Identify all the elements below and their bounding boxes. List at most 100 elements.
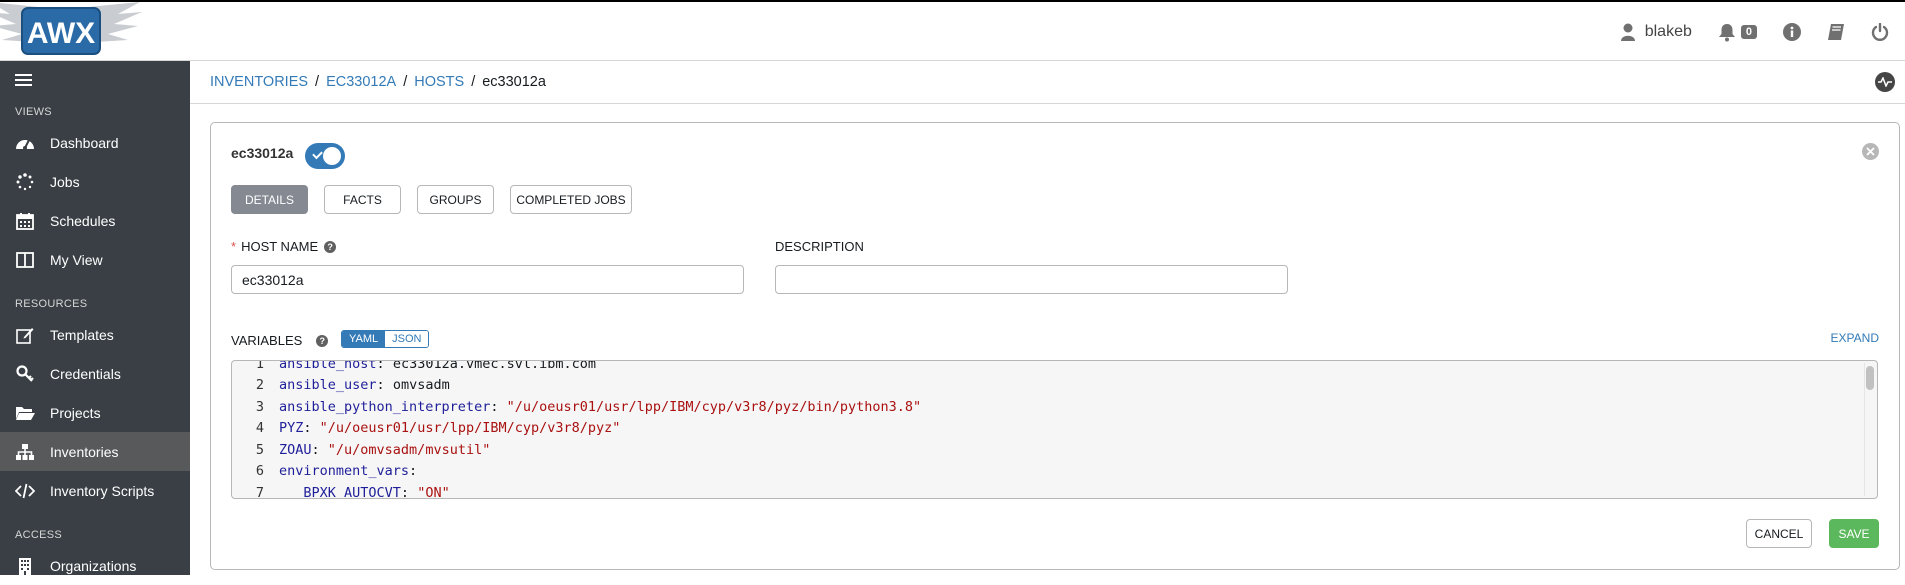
sidebar-item-jobs[interactable]: Jobs (0, 162, 190, 201)
breadcrumb: INVENTORIES / EC33012A / HOSTS / ec33012… (190, 61, 1905, 104)
host-enabled-toggle[interactable] (305, 143, 345, 169)
sidebar-item-label: My View (50, 251, 103, 268)
code-line: 4 PYZ: "/u/oeusr01/usr/lpp/IBM/cyp/v3r8/p… (232, 418, 1862, 440)
notification-badge: 0 (1740, 25, 1757, 39)
description-input[interactable] (775, 265, 1288, 294)
docs-button[interactable] (1827, 23, 1845, 41)
line-number: 2 (255, 377, 264, 394)
sidebar-item-credentials[interactable]: Credentials (0, 354, 190, 393)
sidebar-item-my-view[interactable]: My View (0, 240, 190, 279)
close-icon[interactable] (1862, 143, 1879, 160)
host-name-input[interactable] (231, 265, 744, 294)
sidebar-item-inventories[interactable]: Inventories (0, 432, 190, 471)
code-icon (15, 481, 35, 501)
host-form-panel: ec33012a DETAILS FACTS GROUPS COMPLETED … (210, 122, 1900, 570)
breadcrumb-inventories[interactable]: INVENTORIES (210, 74, 308, 90)
sidebar-item-label: Organizations (50, 557, 137, 574)
yaml-key: ZOAU (279, 441, 312, 458)
sidebar-item-label: Schedules (50, 212, 116, 229)
sidebar-item-schedules[interactable]: Schedules (0, 201, 190, 240)
tab-completed-jobs[interactable]: COMPLETED JOBS (510, 185, 632, 214)
breadcrumb-separator: / (315, 74, 320, 90)
code-line: 3 ansible_python_interpreter: "/u/oeusr01… (232, 396, 1862, 418)
code-line: 1 ansible_host: ec33012a.vmec.svl.ibm.com (232, 360, 1862, 375)
breadcrumb-separator: / (403, 74, 408, 90)
help-icon[interactable]: ? (324, 240, 337, 253)
sidebar-item-label: Templates (50, 326, 114, 343)
save-button[interactable]: SAVE (1829, 519, 1879, 548)
section-access: ACCESS (15, 529, 63, 541)
yaml-value: "/u/oeusr01/usr/lpp/IBM/cyp/v3r8/pyz" (319, 420, 621, 437)
variables-label: VARIABLES ? (231, 333, 329, 348)
sidebar-item-templates[interactable]: Templates (0, 315, 190, 354)
user-menu[interactable]: blakeb (1620, 23, 1692, 41)
code-line: 6 environment_vars: (232, 461, 1862, 483)
scrollbar-thumb[interactable] (1866, 366, 1874, 390)
sidebar-item-label: Jobs (50, 173, 80, 190)
dashboard-icon (15, 133, 35, 153)
calendar-icon (15, 211, 35, 231)
breadcrumb-separator: / (471, 74, 476, 90)
hamburger-menu-icon[interactable] (15, 71, 35, 91)
tab-groups[interactable]: GROUPS (417, 185, 494, 214)
yaml-value: "ON" (417, 484, 450, 499)
activity-stream-icon[interactable] (1875, 72, 1895, 92)
yaml-key: ansible_host (279, 360, 377, 372)
sitemap-icon (15, 442, 35, 462)
key-icon (15, 364, 35, 384)
yaml-toggle[interactable]: YAML (342, 331, 386, 347)
sidebar-item-label: Inventories (50, 443, 119, 460)
yaml-value: ec33012a.vmec.svl.ibm.com (392, 360, 597, 372)
tab-details[interactable]: DETAILS (231, 185, 308, 214)
top-header: AWX blakeb 0 (0, 0, 1905, 61)
expand-link[interactable]: EXPAND (1831, 331, 1879, 345)
sidebar-item-projects[interactable]: Projects (0, 393, 190, 432)
code-line: 5 ZOAU: "/u/omvsadm/mvsutil" (232, 439, 1862, 461)
logo-text: AWX (27, 17, 95, 50)
description-label: DESCRIPTION (775, 239, 864, 254)
info-icon (1783, 23, 1801, 41)
about-button[interactable] (1783, 23, 1801, 41)
yaml-key: PYZ (279, 420, 304, 437)
sidebar: VIEWS Dashboard Jobs Schedules My View R… (0, 61, 190, 575)
columns-icon (15, 250, 35, 270)
building-icon (15, 556, 35, 576)
line-number: 3 (255, 398, 264, 415)
panel-title: ec33012a (231, 145, 294, 161)
sidebar-item-organizations[interactable]: Organizations (0, 546, 190, 585)
sidebar-item-inventory-scripts[interactable]: Inventory Scripts (0, 471, 190, 510)
yaml-key: _BPXK_AUTOCVT (279, 484, 401, 499)
user-icon (1620, 23, 1635, 41)
breadcrumb-hosts[interactable]: HOSTS (414, 74, 464, 90)
section-resources: RESOURCES (15, 298, 88, 310)
yaml-key: ansible_python_interpreter (279, 398, 491, 415)
sidebar-item-label: Credentials (50, 365, 121, 382)
yaml-value: "/u/omvsadm/mvsutil" (327, 441, 491, 458)
line-number: 4 (255, 420, 264, 437)
section-views: VIEWS (15, 106, 52, 118)
sidebar-item-dashboard[interactable]: Dashboard (0, 123, 190, 162)
code-line: 2 ansible_user: omvsadm (232, 375, 1862, 397)
help-icon[interactable]: ? (316, 334, 329, 347)
breadcrumb-inventory[interactable]: EC33012A (326, 74, 396, 90)
line-number: 5 (255, 441, 264, 458)
sidebar-item-label: Projects (50, 404, 101, 421)
awx-logo[interactable]: AWX (0, 2, 150, 62)
tab-bar: DETAILS FACTS GROUPS COMPLETED JOBS (231, 185, 648, 214)
yaml-value: "/u/oeusr01/usr/lpp/IBM/cyp/v3r8/pyz/bin… (506, 398, 922, 415)
logout-button[interactable] (1871, 23, 1889, 41)
variables-code-editor[interactable]: 1 ansible_host: ec33012a.vmec.svl.ibm.com… (231, 360, 1878, 499)
username: blakeb (1644, 23, 1692, 40)
edit-icon (15, 325, 35, 345)
editor-scrollbar[interactable] (1864, 363, 1875, 496)
sidebar-item-label: Inventory Scripts (50, 482, 155, 499)
breadcrumb-current: ec33012a (482, 74, 546, 90)
sidebar-item-label: Dashboard (50, 134, 119, 151)
cancel-button[interactable]: CANCEL (1746, 519, 1812, 548)
line-number: 7 (255, 484, 264, 499)
tab-facts[interactable]: FACTS (324, 185, 401, 214)
host-name-label: * HOST NAME ? (231, 239, 337, 254)
json-toggle[interactable]: JSON (385, 331, 429, 347)
line-number: 6 (255, 463, 264, 480)
notifications-button[interactable]: 0 (1718, 23, 1757, 42)
